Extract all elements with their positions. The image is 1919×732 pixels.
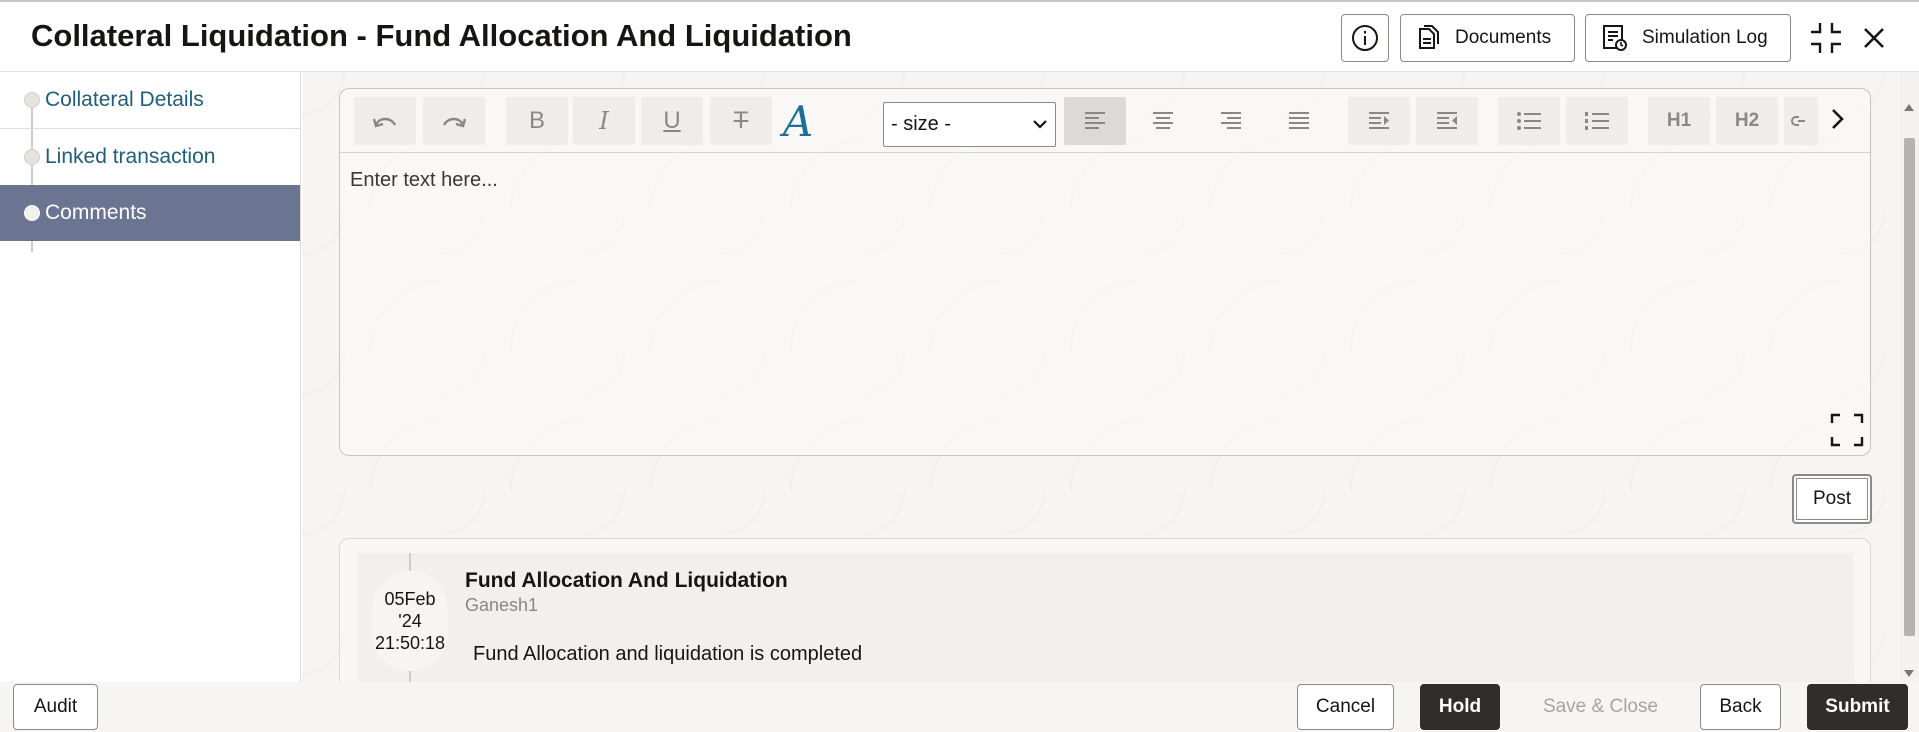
scroll-down-icon[interactable]: [1904, 670, 1914, 677]
back-button[interactable]: Back: [1700, 684, 1781, 730]
heading2-label: H2: [1734, 110, 1760, 131]
collapse-icon[interactable]: [1808, 20, 1844, 56]
save-close-button[interactable]: Save & Close: [1523, 684, 1678, 730]
link-button[interactable]: [1784, 97, 1818, 145]
underline-button[interactable]: U: [641, 97, 703, 145]
indent-icon: [1369, 112, 1389, 129]
bulleted-list-icon: [1517, 112, 1541, 130]
scroll-up-icon[interactable]: [1904, 104, 1914, 111]
heading1-label: H1: [1666, 110, 1692, 131]
step-dot-icon: [24, 148, 40, 165]
comment-user: Ganesh1: [465, 595, 539, 615]
audit-button[interactable]: Audit: [13, 684, 98, 730]
comment-date-day: 05Feb: [384, 589, 436, 609]
chevron-right-icon[interactable]: [1822, 103, 1852, 135]
align-right-button[interactable]: [1200, 97, 1262, 145]
font-color-label: A: [782, 96, 814, 146]
italic-label: I: [599, 107, 609, 135]
font-size-value: - size -: [891, 113, 951, 135]
sidebar-item-label: Collateral Details: [45, 88, 204, 111]
comment-date-badge: 05Feb '24 21:50:18: [372, 571, 448, 671]
bold-button[interactable]: B: [506, 97, 568, 145]
sidebar-item-label: Linked transaction: [45, 144, 216, 168]
align-left-button[interactable]: [1064, 97, 1126, 145]
outdent-button[interactable]: [1416, 97, 1478, 145]
chevron-down-icon: [1033, 120, 1047, 129]
simulation-log-button[interactable]: Simulation Log: [1585, 14, 1791, 62]
align-left-icon: [1085, 112, 1105, 129]
simulation-log-icon: [1603, 25, 1627, 51]
scrollbar-thumb[interactable]: [1904, 138, 1915, 636]
redo-button[interactable]: [423, 97, 485, 145]
align-justify-icon: [1289, 112, 1309, 129]
undo-button[interactable]: [354, 97, 416, 145]
align-center-icon: [1153, 112, 1173, 129]
page-title: Collateral Liquidation - Fund Allocation…: [31, 18, 852, 53]
link-icon: [1791, 116, 1805, 126]
indent-button[interactable]: [1348, 97, 1410, 145]
step-dot-icon: [24, 92, 40, 108]
italic-button[interactable]: I: [573, 97, 635, 145]
expand-icon[interactable]: [1830, 413, 1864, 447]
sidebar-item-label: Comments: [45, 201, 147, 224]
comment-text: Fund Allocation and liquidation is compl…: [473, 643, 863, 665]
comment-title: Fund Allocation And Liquidation: [465, 569, 788, 592]
documents-button[interactable]: Documents: [1400, 14, 1575, 62]
numbered-list-icon: [1585, 112, 1609, 130]
strikethrough-button[interactable]: T: [710, 97, 772, 145]
numbered-list-button[interactable]: [1566, 97, 1628, 145]
main-scrollbar[interactable]: [1900, 72, 1919, 682]
comment-item: 05Feb '24 21:50:18 Fund Allocation And L…: [358, 553, 1854, 682]
info-button[interactable]: [1341, 14, 1389, 62]
bulleted-list-button[interactable]: [1498, 97, 1560, 145]
align-justify-button[interactable]: [1268, 97, 1330, 145]
undo-icon: [372, 117, 397, 128]
cancel-button[interactable]: Cancel: [1297, 684, 1394, 730]
align-right-icon: [1221, 112, 1241, 129]
strikethrough-label: T: [733, 107, 749, 134]
simulation-log-label: Simulation Log: [1642, 27, 1768, 48]
sidebar-item-linked-transaction[interactable]: Linked transaction: [0, 128, 300, 184]
bold-label: B: [528, 107, 545, 134]
documents-label: Documents: [1455, 27, 1552, 48]
comment-list: 05Feb '24 21:50:18 Fund Allocation And L…: [339, 538, 1871, 682]
hold-button[interactable]: Hold: [1420, 684, 1500, 730]
sidebar-item-collateral-details[interactable]: Collateral Details: [0, 72, 300, 128]
main-content: B I U T A - size - H1 H2 Enter text here…: [302, 72, 1902, 682]
header: Collateral Liquidation - Fund Allocation…: [0, 0, 1919, 72]
step-dot-icon: [24, 205, 40, 221]
editor-text-area[interactable]: Enter text here...: [350, 169, 498, 192]
heading2-button[interactable]: H2: [1716, 97, 1778, 145]
align-center-button[interactable]: [1132, 97, 1194, 145]
comment-date-year: '24: [398, 611, 422, 631]
close-icon[interactable]: [1856, 20, 1892, 56]
font-color-button[interactable]: A: [767, 96, 829, 146]
underline-label: U: [663, 107, 681, 134]
outdent-icon: [1437, 112, 1457, 129]
rich-text-editor: B I U T A - size - H1 H2 Enter text here…: [339, 88, 1871, 456]
submit-button[interactable]: Submit: [1807, 684, 1908, 730]
info-icon: [1352, 25, 1378, 51]
redo-icon: [442, 117, 467, 128]
editor-toolbar: B I U T A - size - H1 H2: [340, 89, 1870, 153]
sidebar-item-comments[interactable]: Comments: [0, 185, 300, 241]
footer: Audit Cancel Hold Save & Close Back Subm…: [0, 682, 1919, 732]
sidebar: Collateral Details Linked transaction Co…: [0, 72, 301, 682]
documents-icon: [1419, 25, 1439, 49]
editor-placeholder: Enter text here...: [350, 169, 498, 191]
font-size-select[interactable]: - size -: [883, 102, 1056, 147]
post-button[interactable]: Post: [1792, 474, 1872, 524]
comment-time: 21:50:18: [374, 633, 446, 653]
heading1-button[interactable]: H1: [1648, 97, 1710, 145]
